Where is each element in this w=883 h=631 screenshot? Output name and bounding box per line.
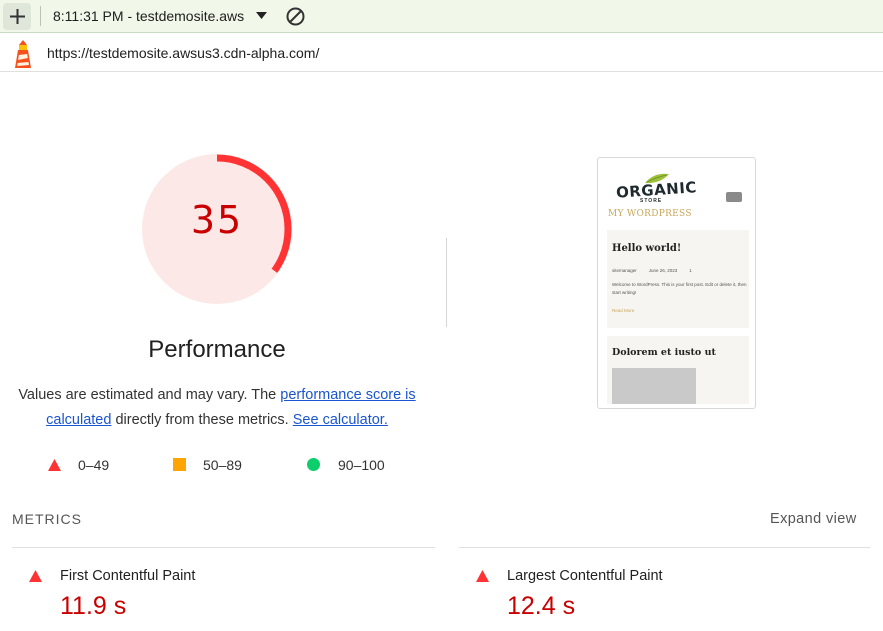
caret-down-icon[interactable] <box>256 12 267 20</box>
post-author: sitemanager <box>612 268 637 273</box>
metric-name: First Contentful Paint <box>60 568 196 584</box>
new-report-button[interactable] <box>3 3 31 30</box>
legend-average-label: 50–89 <box>203 457 242 473</box>
expand-view-toggle[interactable]: Expand view <box>770 511 857 527</box>
fail-triangle-icon <box>48 459 61 471</box>
post-date: June 26, 2023 <box>648 268 678 273</box>
screenshot-read-more: Read More <box>612 308 635 313</box>
screenshot-post-card: Dolorem et iusto ut <box>607 336 749 404</box>
legend-fail-label: 0–49 <box>78 457 110 473</box>
performance-score: 35 <box>190 198 244 242</box>
metric-value: 12.4 s <box>507 592 576 620</box>
screenshot-post-meta: sitemanager June 26, 2023 1 <box>612 268 749 273</box>
legend-pass-label: 90–100 <box>338 457 385 473</box>
section-divider <box>446 238 447 327</box>
lighthouse-icon <box>15 40 31 68</box>
fail-triangle-icon <box>476 570 489 582</box>
block-icon[interactable] <box>285 6 306 27</box>
page-url: https://testdemosite.awsus3.cdn-alpha.co… <box>47 45 320 61</box>
screenshot-post-excerpt: Welcome to WordPress. This is your first… <box>612 282 747 295</box>
metrics-header: METRICS <box>12 511 82 527</box>
hamburger-icon <box>726 192 742 202</box>
fail-triangle-icon <box>29 570 42 582</box>
metrics-divider <box>459 547 870 548</box>
url-bar: https://testdemosite.awsus3.cdn-alpha.co… <box>0 34 883 72</box>
final-screenshot[interactable]: ORGANIC STORE MY WORDPRESS Hello world! … <box>597 157 756 409</box>
desc-text-prefix: Values are estimated and may vary. The <box>18 387 281 403</box>
screenshot-post-card: Hello world! sitemanager June 26, 2023 1 W… <box>607 230 749 328</box>
post-comments: 1 <box>689 268 692 273</box>
pass-circle-icon <box>307 458 320 471</box>
screenshot-post-image <box>612 368 696 404</box>
metric-value: 11.9 s <box>60 592 127 620</box>
category-description: Values are estimated and may vary. The p… <box>14 383 420 433</box>
average-square-icon <box>173 458 186 471</box>
toolbar-divider <box>40 6 41 26</box>
metrics-divider <box>12 547 435 548</box>
plus-icon <box>10 9 25 24</box>
screenshot-page: ORGANIC STORE MY WORDPRESS Hello world! … <box>604 164 749 404</box>
see-calculator-link[interactable]: See calculator. <box>293 412 388 428</box>
screenshot-site-title: MY WORDPRESS <box>608 209 692 219</box>
desc-text-middle: directly from these metrics. <box>111 412 293 428</box>
report-selector[interactable]: 8:11:31 PM - testdemosite.aws <box>53 8 244 24</box>
metric-name: Largest Contentful Paint <box>507 568 663 584</box>
category-title: Performance <box>148 336 286 363</box>
screenshot-post-title: Hello world! <box>612 243 682 254</box>
report-toolbar: 8:11:31 PM - testdemosite.aws <box>0 0 883 33</box>
screenshot-logo-sub: STORE <box>640 198 663 204</box>
screenshot-post-title: Dolorem et iusto ut <box>612 347 716 358</box>
